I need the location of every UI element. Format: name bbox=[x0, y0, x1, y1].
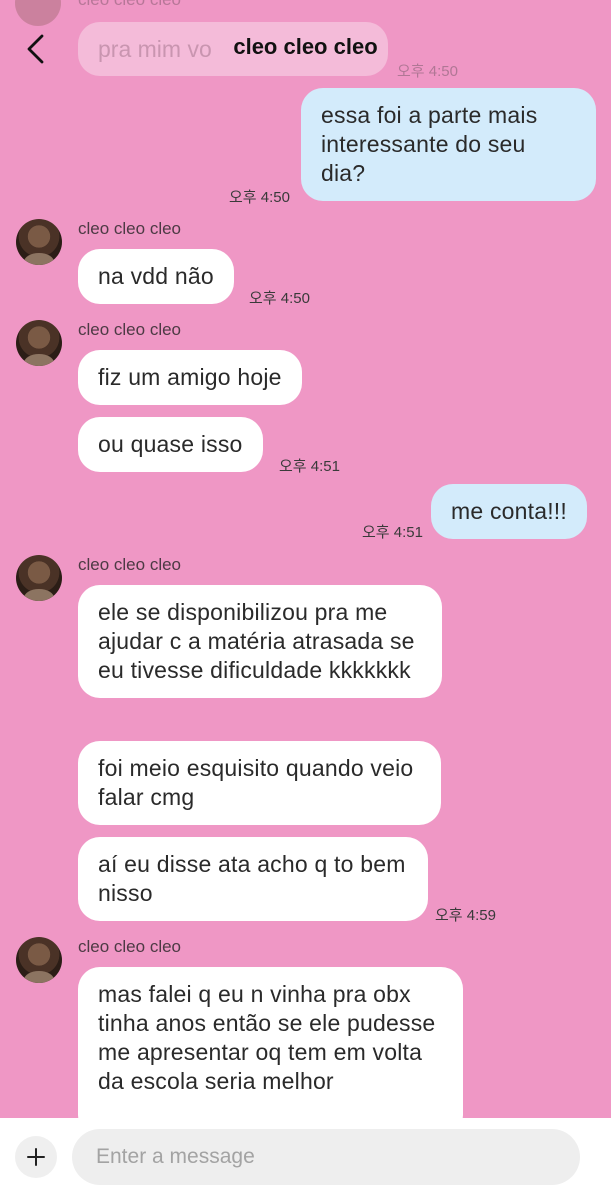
message-text: ele se disponibilizou pra me ajudar c a … bbox=[98, 599, 415, 683]
message-text: na vdd não bbox=[98, 263, 214, 289]
message-bubble-incoming[interactable]: ou quase isso bbox=[78, 417, 263, 472]
chat-title: cleo cleo cleo bbox=[233, 34, 378, 59]
timestamp: 오후 4:50 bbox=[249, 290, 310, 307]
message-text: me conta!!! bbox=[451, 498, 567, 524]
message-text: mas falei q eu n vinha pra obx tinha ano… bbox=[98, 981, 436, 1094]
message-bubble-incoming[interactable]: aí eu disse ata acho q to bem nisso bbox=[78, 837, 428, 921]
message-text: foi meio esquisito quando veio falar cmg bbox=[98, 755, 414, 810]
sender-name: cleo cleo cleo bbox=[78, 555, 182, 574]
timestamp: 오후 4:51 bbox=[362, 524, 423, 541]
avatar[interactable] bbox=[16, 219, 62, 265]
sender-name: cleo cleo cleo bbox=[78, 320, 182, 339]
message-composer bbox=[0, 1118, 611, 1200]
message-text: essa foi a parte mais interessante do se… bbox=[321, 102, 538, 186]
timestamp-faded: 오후 4:50 bbox=[397, 63, 458, 80]
avatar[interactable] bbox=[16, 320, 62, 366]
message-bubble-incoming[interactable]: mas falei q eu n vinha pra obx tinha ano… bbox=[78, 967, 463, 1137]
sender-name: cleo cleo cleo bbox=[78, 219, 182, 238]
message-text: ou quase isso bbox=[98, 431, 243, 457]
avatar[interactable] bbox=[16, 555, 62, 601]
message-bubble-outgoing[interactable]: essa foi a parte mais interessante do se… bbox=[301, 88, 596, 201]
timestamp: 오후 4:50 bbox=[229, 189, 290, 206]
message-bubble-incoming[interactable]: fiz um amigo hoje bbox=[78, 350, 302, 405]
message-input[interactable] bbox=[72, 1129, 580, 1185]
sender-name-faded: cleo cleo cleo bbox=[78, 0, 181, 10]
message-bubble-incoming[interactable]: na vdd não bbox=[78, 249, 234, 304]
plus-icon bbox=[27, 1148, 45, 1166]
message-text: aí eu disse ata acho q to bem nisso bbox=[98, 851, 406, 906]
message-text: fiz um amigo hoje bbox=[98, 364, 282, 390]
avatar[interactable] bbox=[16, 937, 62, 983]
avatar-faded bbox=[15, 0, 61, 26]
sender-name: cleo cleo cleo bbox=[78, 937, 182, 956]
timestamp: 오후 4:51 bbox=[279, 458, 340, 475]
message-bubble-outgoing[interactable]: me conta!!! bbox=[431, 484, 587, 539]
message-bubble-incoming[interactable]: ele se disponibilizou pra me ajudar c a … bbox=[78, 585, 442, 698]
message-bubble-incoming[interactable]: foi meio esquisito quando veio falar cmg bbox=[78, 741, 441, 825]
add-attachment-button[interactable] bbox=[15, 1136, 57, 1178]
timestamp: 오후 4:59 bbox=[435, 907, 496, 924]
